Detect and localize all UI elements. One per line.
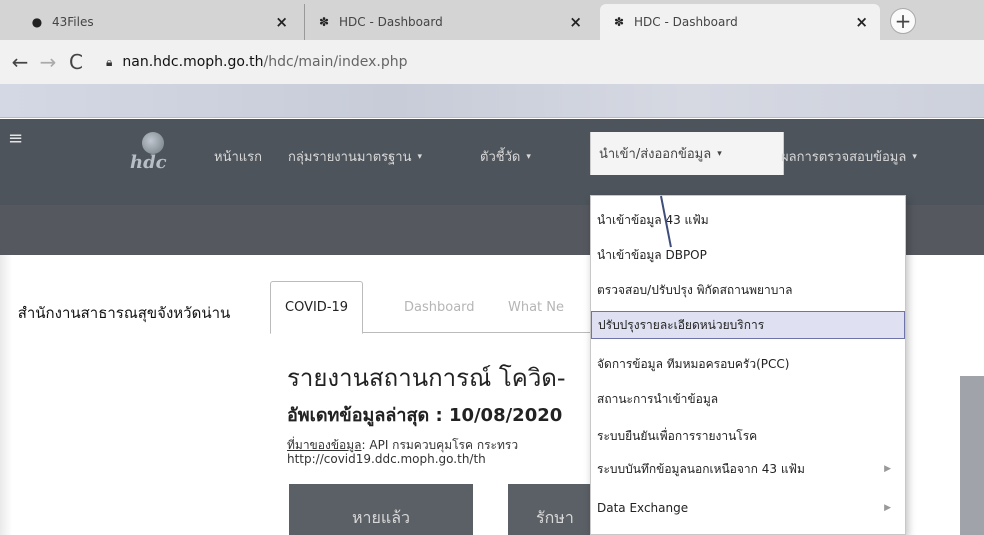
nav-item-standard-reports[interactable]: กลุ่มรายงานมาตรฐาน ▾ — [288, 146, 422, 167]
import-export-dropdown: นำเข้าข้อมูล 43 แฟ้ม นำเข้าข้อมูล DBPOP … — [590, 195, 906, 535]
menu-item-manage-pcc-team[interactable]: จัดการข้อมูล ทีมหมอครอบครัว(PCC) — [591, 350, 905, 378]
nav-item-label: ตัวชี้วัด — [480, 150, 521, 165]
chevron-right-icon: ▶ — [884, 503, 891, 513]
globe-icon — [142, 132, 164, 154]
menu-item-import-status[interactable]: สถานะการนำเข้าข้อมูล — [591, 385, 905, 413]
menu-item-label: สถานะการนำเข้าข้อมูล — [597, 391, 719, 406]
browser-tab-title: HDC - Dashboard — [339, 15, 443, 29]
bookmarks-bar — [0, 84, 984, 118]
menu-item-label: นำเข้าข้อมูล DBPOP — [597, 247, 707, 262]
address-bar: ← → C 🔒︎ nan.hdc.moph.go.th/hdc/main/ind… — [0, 40, 984, 84]
content-tabs: COVID-19 Dashboard What Ne — [270, 281, 590, 334]
browser-tab-title: HDC - Dashboard — [634, 15, 738, 29]
side-panel — [960, 376, 984, 535]
hamburger-menu-icon[interactable]: ≡ — [8, 128, 23, 149]
close-tab-icon[interactable]: × — [855, 13, 868, 31]
in-treatment-card: รักษา — [508, 484, 590, 535]
menu-item-label: ปรับปรุงรายละเอียดหน่วยบริการ — [598, 317, 765, 332]
nav-item-label: ผลการตรวจสอบข้อมูล — [781, 150, 907, 165]
menu-item-label: ระบบยืนยันเพื่อการรายงานโรค — [597, 428, 758, 443]
github-icon: ● — [31, 15, 43, 29]
tab-whats-new[interactable]: What Ne — [494, 281, 578, 333]
browser-tab-title: 43Files — [52, 15, 94, 29]
organization-name: สำนักงานสาธารณสุขจังหวัดน่าน — [17, 304, 231, 322]
card-label: หายแล้ว — [351, 508, 410, 527]
back-button[interactable]: ← — [6, 48, 34, 76]
menu-item-label: ระบบบันทึกข้อมูลนอกเหนือจาก 43 แฟ้ม — [597, 461, 805, 476]
last-updated: อัพเดทข้อมูลล่าสุด : 10/08/2020 — [287, 405, 563, 426]
browser-tab-43files[interactable]: ● 43Files × — [18, 4, 300, 40]
browser-tab-hdc-dashboard-2[interactable]: ✽ HDC - Dashboard × — [600, 4, 880, 40]
data-source-text: : API กรมควบคุมโรค กระทรว — [361, 438, 519, 452]
nav-item-indicators[interactable]: ตัวชี้วัด ▾ — [480, 146, 531, 167]
close-tab-icon[interactable]: × — [275, 13, 288, 31]
browser-tab-hdc-dashboard-1[interactable]: ✽ HDC - Dashboard × — [304, 4, 594, 40]
caret-down-icon: ▾ — [912, 151, 917, 162]
nav-item-label: กลุ่มรายงานมาตรฐาน — [288, 150, 412, 165]
lock-icon: 🔒︎ — [106, 54, 113, 69]
forward-button[interactable]: → — [34, 48, 62, 76]
menu-item-check-hospital-coordinates[interactable]: ตรวจสอบ/ปรับปรุง พิกัดสถานพยาบาล — [591, 276, 905, 304]
menu-item-label: ตรวจสอบ/ปรับปรุง พิกัดสถานพยาบาล — [597, 282, 793, 297]
nav-item-import-export[interactable]: นำเข้า/ส่งออกข้อมูล ▾ — [590, 132, 784, 175]
card-label: รักษา — [536, 508, 574, 527]
chevron-right-icon: ▶ — [884, 464, 891, 474]
hdc-favicon-icon: ✽ — [613, 15, 625, 29]
browser-tab-strip: ● 43Files × ✽ HDC - Dashboard × ✽ HDC - … — [0, 0, 984, 40]
caret-down-icon: ▾ — [717, 148, 722, 159]
menu-item-disease-report-confirmation[interactable]: ระบบยืนยันเพื่อการรายงานโรค — [591, 422, 905, 450]
close-tab-icon[interactable]: × — [569, 13, 582, 31]
recovered-card: หายแล้ว — [289, 484, 473, 535]
logo-text: hdc — [130, 152, 167, 173]
hdc-favicon-icon: ✽ — [318, 15, 330, 29]
new-tab-button[interactable]: + — [890, 8, 916, 34]
url-host: nan.hdc.moph.go.th — [122, 54, 264, 70]
menu-item-import-43-files[interactable]: นำเข้าข้อมูล 43 แฟ้ม — [591, 206, 905, 234]
reload-button[interactable]: C — [62, 48, 90, 76]
caret-down-icon: ▾ — [526, 151, 531, 162]
hdc-logo[interactable]: hdc — [128, 132, 178, 182]
nav-item-label: นำเข้า/ส่งออกข้อมูล — [599, 147, 712, 162]
nav-item-data-check-results[interactable]: ผลการตรวจสอบข้อมูล ▾ — [781, 146, 917, 167]
menu-item-label: จัดการข้อมูล ทีมหมอครอบครัว(PCC) — [597, 356, 790, 371]
data-source-url[interactable]: http://covid19.ddc.moph.go.th/th — [287, 452, 590, 466]
caret-down-icon: ▾ — [417, 151, 423, 162]
nav-item-home[interactable]: หน้าแรก — [214, 146, 262, 167]
nav-item-label: หน้าแรก — [214, 150, 262, 165]
menu-item-update-service-unit[interactable]: ปรับปรุงรายละเอียดหน่วยบริการ — [591, 311, 905, 339]
report-title: รายงานสถานการณ์ โควิด- — [287, 364, 566, 392]
menu-item-data-exchange[interactable]: Data Exchange ▶ — [591, 494, 905, 522]
data-source-label: ที่มาของข้อมูล — [287, 438, 362, 452]
tab-covid19[interactable]: COVID-19 — [270, 281, 364, 334]
menu-item-label: นำเข้าข้อมูล 43 แฟ้ม — [597, 212, 709, 227]
menu-item-import-dbpop[interactable]: นำเข้าข้อมูล DBPOP — [591, 241, 905, 269]
url-path: /hdc/main/index.php — [263, 54, 408, 70]
menu-item-extra-data-entry[interactable]: ระบบบันทึกข้อมูลนอกเหนือจาก 43 แฟ้ม ▶ — [591, 455, 905, 483]
url-field[interactable]: 🔒︎ nan.hdc.moph.go.th/hdc/main/index.php — [106, 54, 408, 70]
tab-dashboard[interactable]: Dashboard — [390, 281, 489, 333]
page-edge — [0, 255, 12, 535]
menu-item-label: Data Exchange — [597, 501, 689, 515]
